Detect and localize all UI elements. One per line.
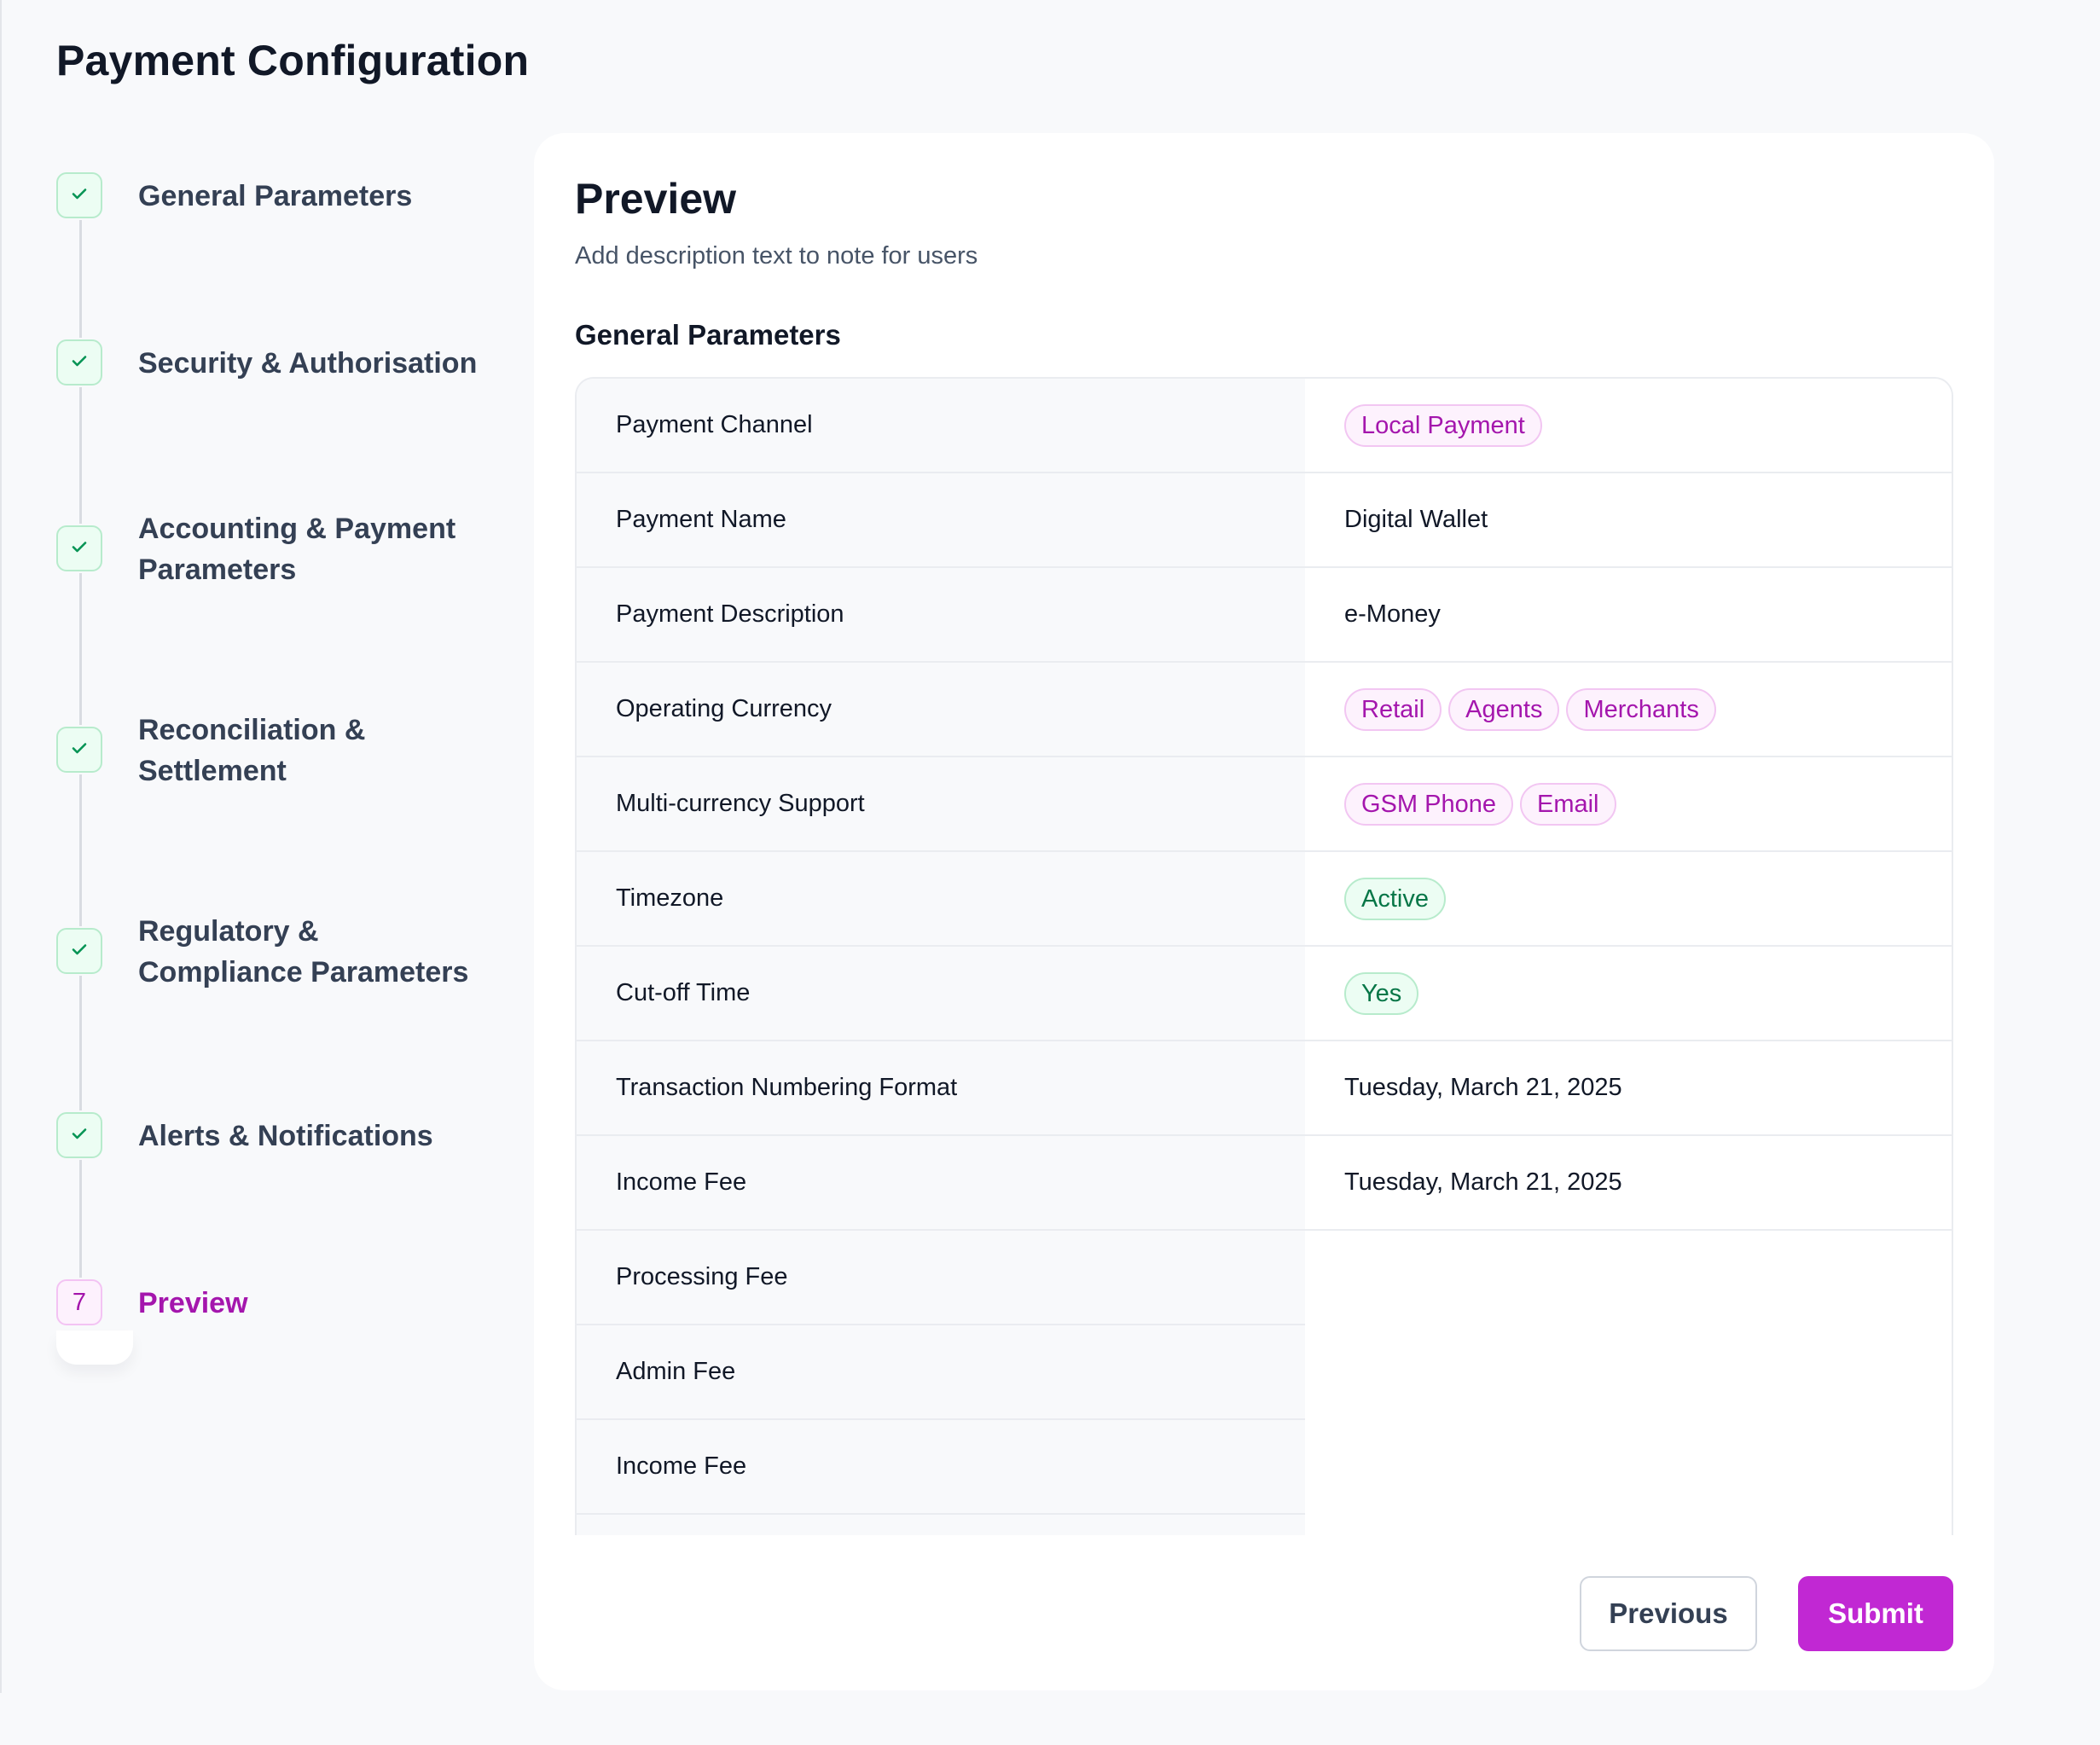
table-row: Admin Fee (577, 1325, 1952, 1420)
table-row: Transaction Numbering Format Tuesday, Mar… (577, 1041, 1952, 1136)
preview-title: Preview (575, 175, 737, 223)
submit-button[interactable]: Submit (1798, 1576, 1953, 1651)
preview-card: Preview Add description text to note for… (534, 133, 1994, 1690)
step-connector (79, 573, 82, 725)
row-value-chips: Yes (1305, 946, 1952, 1041)
step-connector (79, 1160, 82, 1278)
row-value: Digital Wallet (1305, 472, 1952, 568)
tag-chip: Retail (1344, 687, 1442, 731)
check-icon (69, 1123, 90, 1148)
step-status-badge[interactable] (56, 525, 102, 571)
step-status-badge[interactable] (56, 339, 102, 386)
table-row: Operating Currency Retail Agents Merchants (577, 662, 1952, 757)
row-value (1305, 1230, 1952, 1325)
step-label[interactable]: General Parameters (138, 176, 412, 217)
table-row: Payment Channel Local Payment (577, 379, 1952, 473)
table-row: Multi-currency Support GSM Phone Email (577, 757, 1952, 852)
row-value (1305, 1514, 1952, 1535)
row-value: e-Money (1305, 567, 1952, 663)
table-row: Income Fee (577, 1419, 1952, 1515)
row-key: Payment Name (577, 472, 1305, 568)
step-label[interactable]: Alerts & Notifications (138, 1116, 433, 1157)
row-value: Tuesday, March 21, 2025 (1305, 1135, 1952, 1231)
row-key: Transaction Numbering Format (577, 1041, 1305, 1136)
step-label[interactable]: Accounting & Payment Parameters (138, 508, 455, 590)
step-label[interactable]: Preview (138, 1283, 248, 1324)
row-key: Operating Currency (577, 662, 1305, 757)
step-status-badge[interactable] (56, 727, 102, 773)
step-connector (79, 220, 82, 338)
row-key: Income Fee (577, 1135, 1305, 1231)
check-icon (69, 351, 90, 375)
check-icon (69, 183, 90, 208)
step-label[interactable]: Reconciliation & Settlement (138, 710, 365, 791)
tag-chip: Email (1519, 782, 1616, 826)
row-value-chips: Local Payment (1305, 379, 1952, 473)
table-row: Payment Description e-Money (577, 567, 1952, 663)
tag-chip: GSM Phone (1344, 782, 1513, 826)
step-status-badge[interactable] (56, 172, 102, 218)
preview-description: Add description text to note for users (575, 242, 978, 270)
table-row: Processing Fee (577, 1230, 1952, 1325)
row-value (1305, 1325, 1952, 1419)
previous-button[interactable]: Previous (1580, 1576, 1757, 1651)
row-key: Payment Description (577, 567, 1305, 663)
tag-chip: Merchants (1566, 687, 1716, 731)
section-title: General Parameters (575, 319, 841, 351)
step-status-badge[interactable] (56, 1112, 102, 1158)
table-row: Payment Name Digital Wallet (577, 472, 1952, 568)
row-value-chips: Retail Agents Merchants (1305, 662, 1952, 757)
status-badge: Yes (1344, 971, 1419, 1015)
row-key: Timezone (577, 851, 1305, 947)
step-connector (79, 774, 82, 926)
stepper-end-shadow (56, 1330, 133, 1365)
row-key: Income Fee (577, 1419, 1305, 1515)
step-connector (79, 976, 82, 1110)
row-key: Cut-off Time (577, 946, 1305, 1041)
row-key (577, 1514, 1305, 1535)
table-row: Income Fee Tuesday, March 21, 2025 (577, 1135, 1952, 1231)
row-value-chips: GSM Phone Email (1305, 757, 1952, 852)
stepper: General Parameters Security & Authorisati… (0, 0, 512, 1450)
table-row (577, 1514, 1952, 1535)
check-icon (69, 939, 90, 964)
step-number: 7 (72, 1288, 87, 1316)
row-value: Tuesday, March 21, 2025 (1305, 1041, 1952, 1136)
row-key: Admin Fee (577, 1325, 1305, 1420)
parameters-table[interactable]: Payment Channel Local Payment Payment Name… (575, 377, 1953, 1535)
row-key: Payment Channel (577, 379, 1305, 473)
row-key: Multi-currency Support (577, 757, 1305, 852)
tag-chip: Local Payment (1344, 403, 1542, 447)
row-key: Processing Fee (577, 1230, 1305, 1325)
table-row: Cut-off Time Yes (577, 946, 1952, 1041)
step-connector (79, 387, 82, 524)
check-icon (69, 536, 90, 561)
step-label[interactable]: Regulatory & Compliance Parameters (138, 911, 468, 993)
step-number-badge[interactable]: 7 (56, 1279, 102, 1325)
status-badge: Active (1344, 877, 1446, 920)
table-row: Timezone Active (577, 851, 1952, 947)
check-icon (69, 738, 90, 762)
step-status-badge[interactable] (56, 928, 102, 974)
step-label[interactable]: Security & Authorisation (138, 343, 477, 384)
tag-chip: Agents (1448, 687, 1560, 731)
row-value (1305, 1419, 1952, 1514)
row-value-chips: Active (1305, 851, 1952, 947)
